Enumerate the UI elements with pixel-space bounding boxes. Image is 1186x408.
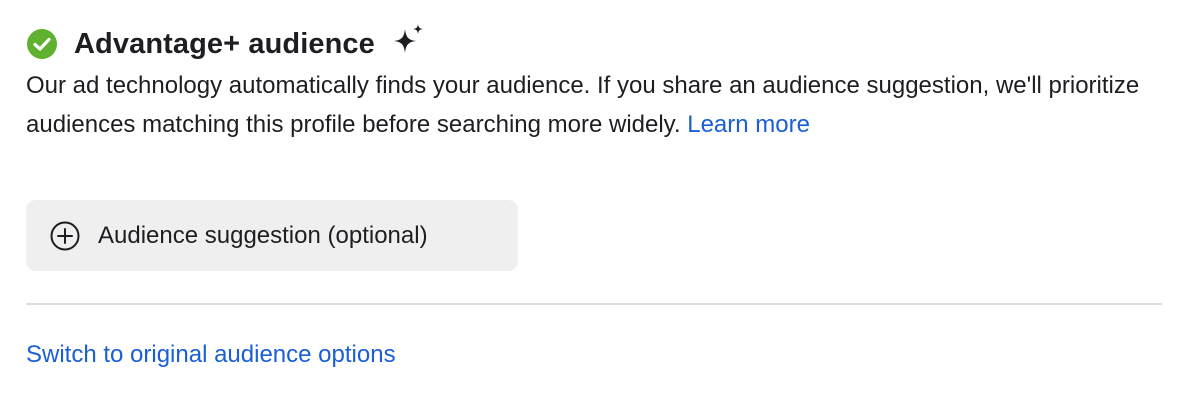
audience-suggestion-button[interactable]: Audience suggestion (optional) [26,200,518,271]
advantage-audience-panel: Advantage+ audience Our ad technology au… [0,0,1186,408]
learn-more-link[interactable]: Learn more [687,111,810,138]
description-text: Our ad technology automatically finds yo… [26,72,1140,138]
switch-to-original-audience-link[interactable]: Switch to original audience options [26,341,396,369]
section-description: Our ad technology automatically finds yo… [26,66,1166,144]
plus-circle-icon [50,221,80,251]
section-header: Advantage+ audience [26,22,425,66]
section-title: Advantage+ audience [74,27,375,60]
divider [26,303,1162,305]
check-circle-icon [26,28,58,60]
sparkle-icon [391,23,425,57]
audience-suggestion-label: Audience suggestion (optional) [98,221,428,249]
